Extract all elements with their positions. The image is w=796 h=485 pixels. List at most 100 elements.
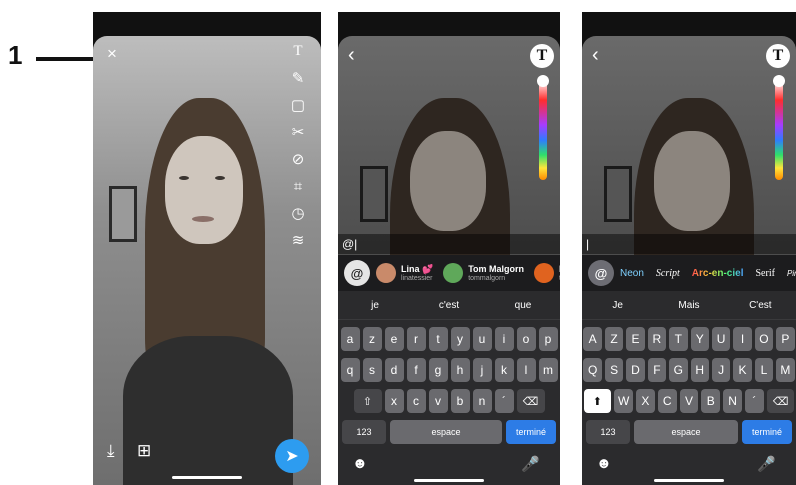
space-key[interactable]: espace	[634, 420, 738, 444]
key[interactable]: C	[657, 389, 677, 413]
key[interactable]: l	[516, 358, 536, 382]
key[interactable]: i	[494, 327, 514, 351]
prediction[interactable]: c'est	[412, 300, 486, 311]
key[interactable]: r	[406, 327, 426, 351]
microphone-icon[interactable]: 🎤	[521, 455, 540, 473]
close-icon[interactable]: ×	[107, 45, 117, 62]
space-key[interactable]: espace	[390, 420, 502, 444]
key[interactable]: t	[428, 327, 448, 351]
font-option-brush[interactable]: Pinceau	[787, 269, 796, 278]
emoji-icon[interactable]: ☻	[352, 455, 368, 472]
numbers-key[interactable]: 123	[342, 420, 386, 444]
paperclip-icon[interactable]: ⊘	[285, 152, 311, 170]
key[interactable]: K	[733, 358, 752, 382]
shift-key[interactable]: ⬆	[583, 389, 612, 413]
key[interactable]: F	[647, 358, 667, 382]
key[interactable]: c	[406, 389, 426, 413]
key[interactable]: H	[690, 358, 709, 382]
back-icon[interactable]: ‹	[348, 44, 355, 67]
color-slider-handle[interactable]	[773, 75, 785, 87]
key[interactable]: a	[340, 327, 360, 351]
text-input[interactable]: @|	[338, 234, 560, 254]
key[interactable]: D	[626, 358, 645, 382]
key[interactable]: ´	[494, 389, 514, 413]
font-option-neon[interactable]: Neon	[620, 268, 644, 279]
mention-button[interactable]: @	[588, 260, 614, 286]
key[interactable]: Q	[583, 358, 602, 382]
friend-suggestion[interactable]: Tom Malgorn tommalgorn	[443, 263, 524, 283]
key[interactable]: u	[472, 327, 492, 351]
text-tool-icon[interactable]: T	[285, 44, 311, 62]
key[interactable]: V	[679, 389, 699, 413]
friend-suggestion[interactable]: Lina 💕 linatessier	[376, 263, 433, 283]
key[interactable]: ´	[744, 389, 764, 413]
key[interactable]: q	[340, 358, 360, 382]
prediction[interactable]: je	[338, 300, 412, 311]
text-input[interactable]: |	[582, 234, 796, 254]
delete-key[interactable]: ⌫	[766, 389, 795, 413]
font-option-script[interactable]: Script	[656, 268, 680, 279]
key[interactable]: s	[362, 358, 382, 382]
key[interactable]: v	[428, 389, 448, 413]
key[interactable]: o	[516, 327, 536, 351]
layers-icon[interactable]: ≋	[285, 233, 311, 251]
send-button[interactable]: ➤	[275, 439, 309, 473]
prediction[interactable]: Mais	[653, 300, 724, 311]
key[interactable]: f	[406, 358, 426, 382]
key[interactable]: h	[450, 358, 470, 382]
text-style-button[interactable]: T	[530, 44, 554, 68]
add-to-story-icon[interactable]: ⊞	[137, 442, 151, 459]
key[interactable]: P	[776, 327, 795, 351]
back-icon[interactable]: ‹	[592, 44, 599, 67]
font-option-rainbow[interactable]: Arc-en-ciel	[692, 268, 744, 279]
key[interactable]: e	[384, 327, 404, 351]
key[interactable]: J	[711, 358, 731, 382]
done-key[interactable]: terminé	[742, 420, 792, 444]
friend-suggestion[interactable]: M te	[534, 263, 560, 283]
key[interactable]: R	[647, 327, 667, 351]
mention-button[interactable]: @	[344, 260, 370, 286]
key[interactable]: k	[494, 358, 514, 382]
key[interactable]: j	[472, 358, 492, 382]
download-icon[interactable]: ⤓	[107, 442, 115, 459]
prediction[interactable]: que	[486, 300, 560, 311]
key[interactable]: n	[472, 389, 492, 413]
emoji-icon[interactable]: ☻	[596, 455, 612, 472]
key[interactable]: m	[538, 358, 558, 382]
crop-icon[interactable]: ⌗	[285, 179, 311, 197]
key[interactable]: x	[384, 389, 404, 413]
shift-key[interactable]: ⇧	[353, 389, 382, 413]
key[interactable]: O	[754, 327, 774, 351]
key[interactable]: L	[754, 358, 774, 382]
delete-key[interactable]: ⌫	[516, 389, 545, 413]
key[interactable]: Z	[604, 327, 624, 351]
key[interactable]: Y	[690, 327, 709, 351]
color-slider[interactable]	[775, 80, 783, 180]
font-option-serif[interactable]: Serif	[755, 268, 774, 279]
key[interactable]: g	[428, 358, 448, 382]
key[interactable]: y	[450, 327, 470, 351]
key[interactable]: p	[538, 327, 558, 351]
timer-icon[interactable]: ◷	[285, 206, 311, 224]
key[interactable]: X	[636, 389, 655, 413]
prediction[interactable]: Je	[582, 300, 653, 311]
key[interactable]: d	[384, 358, 404, 382]
key[interactable]: U	[711, 327, 731, 351]
key[interactable]: N	[723, 389, 742, 413]
microphone-icon[interactable]: 🎤	[757, 455, 776, 473]
key[interactable]: B	[701, 389, 721, 413]
key[interactable]: W	[614, 389, 633, 413]
key[interactable]: I	[733, 327, 752, 351]
color-slider-handle[interactable]	[537, 75, 549, 87]
color-slider[interactable]	[539, 80, 547, 180]
key[interactable]: S	[604, 358, 624, 382]
numbers-key[interactable]: 123	[586, 420, 630, 444]
text-style-button[interactable]: T	[766, 44, 790, 68]
key[interactable]: E	[626, 327, 645, 351]
scissors-icon[interactable]: ✂	[285, 125, 311, 143]
key[interactable]: G	[669, 358, 688, 382]
prediction[interactable]: C'est	[725, 300, 796, 311]
done-key[interactable]: terminé	[506, 420, 556, 444]
key[interactable]: A	[583, 327, 602, 351]
key[interactable]: M	[776, 358, 795, 382]
